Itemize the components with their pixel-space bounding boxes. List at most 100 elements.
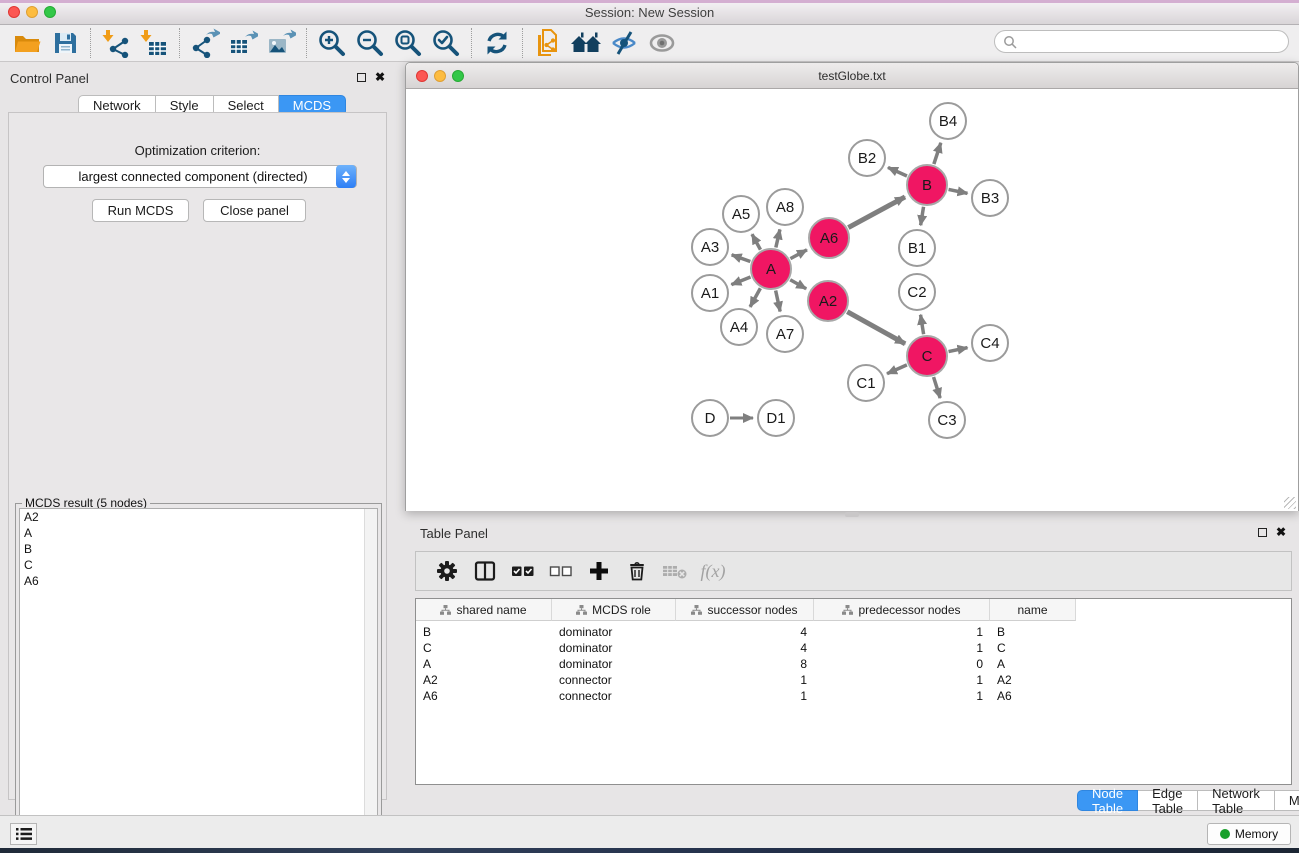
result-list-item[interactable]: B bbox=[20, 541, 377, 557]
graph-node-B3[interactable]: B3 bbox=[971, 179, 1009, 217]
graph-edge[interactable] bbox=[888, 167, 907, 176]
graph-node-C1[interactable]: C1 bbox=[847, 364, 885, 402]
graph-node-C4[interactable]: C4 bbox=[971, 324, 1009, 362]
graph-node-A2[interactable]: A2 bbox=[807, 280, 849, 322]
select-all-icon[interactable] bbox=[508, 557, 538, 585]
export-network-icon[interactable] bbox=[188, 27, 222, 59]
import-table-icon[interactable] bbox=[137, 27, 171, 59]
task-history-button[interactable] bbox=[10, 823, 37, 845]
refresh-icon[interactable] bbox=[480, 27, 514, 59]
mcds-result-list[interactable]: A2ABCA6 bbox=[19, 508, 378, 837]
delete-column-icon[interactable] bbox=[622, 557, 652, 585]
graph-node-B4[interactable]: B4 bbox=[929, 102, 967, 140]
zoom-fit-icon[interactable] bbox=[391, 27, 425, 59]
graph-node-B2[interactable]: B2 bbox=[848, 139, 886, 177]
show-graphics-details-icon[interactable] bbox=[645, 27, 679, 59]
table-row[interactable]: A2connector11A2 bbox=[416, 672, 1291, 688]
result-list-item[interactable]: C bbox=[20, 557, 377, 573]
table-row[interactable]: Bdominator41B bbox=[416, 624, 1291, 640]
tab-network-table[interactable]: Network Table bbox=[1198, 790, 1275, 811]
search-field[interactable] bbox=[994, 30, 1289, 53]
graph-node-A[interactable]: A bbox=[750, 248, 792, 290]
network-window-titlebar[interactable]: testGlobe.txt bbox=[406, 63, 1298, 89]
tab-motifs[interactable]: Motifs bbox=[1275, 790, 1299, 811]
graph-node-D1[interactable]: D1 bbox=[757, 399, 795, 437]
graph-edge[interactable] bbox=[934, 143, 941, 164]
graph-edge[interactable] bbox=[921, 207, 924, 226]
result-list-item[interactable]: A bbox=[20, 525, 377, 541]
graph-node-B[interactable]: B bbox=[906, 164, 948, 206]
tab-edge-table[interactable]: Edge Table bbox=[1138, 790, 1198, 811]
table-row[interactable]: Cdominator41C bbox=[416, 640, 1291, 656]
float-table-panel-icon[interactable] bbox=[1258, 528, 1267, 537]
graph-edge[interactable] bbox=[776, 291, 781, 312]
zoom-in-icon[interactable] bbox=[315, 27, 349, 59]
graph-edge[interactable] bbox=[848, 197, 905, 228]
graph-edge[interactable] bbox=[790, 280, 806, 289]
function-builder-icon[interactable]: f(x) bbox=[698, 557, 728, 585]
add-column-icon[interactable] bbox=[584, 557, 614, 585]
graph-node-A1[interactable]: A1 bbox=[691, 274, 729, 312]
column-header[interactable]: shared name bbox=[416, 599, 552, 621]
export-image-icon[interactable] bbox=[264, 27, 298, 59]
graph-edge[interactable] bbox=[887, 365, 907, 374]
graph-edge[interactable] bbox=[732, 255, 751, 262]
graph-node-A7[interactable]: A7 bbox=[766, 315, 804, 353]
first-neighbors-icon[interactable] bbox=[569, 27, 603, 59]
graph-node-C2[interactable]: C2 bbox=[898, 273, 936, 311]
result-scrollbar[interactable] bbox=[364, 509, 377, 836]
delete-table-icon[interactable] bbox=[660, 557, 690, 585]
memory-button[interactable]: Memory bbox=[1207, 823, 1291, 845]
zoom-out-icon[interactable] bbox=[353, 27, 387, 59]
node-table[interactable]: shared name MCDS role successor nodes pr… bbox=[415, 598, 1292, 785]
graph-node-B1[interactable]: B1 bbox=[898, 229, 936, 267]
graph-edge[interactable] bbox=[921, 315, 924, 335]
panel-splitter-handle[interactable] bbox=[845, 512, 859, 517]
window-resize-grip[interactable] bbox=[1284, 497, 1296, 509]
graph-edge[interactable] bbox=[934, 377, 941, 398]
float-panel-icon[interactable] bbox=[357, 73, 366, 82]
graph-node-A4[interactable]: A4 bbox=[720, 308, 758, 346]
open-session-icon[interactable] bbox=[10, 27, 44, 59]
close-table-panel-icon[interactable]: ✖ bbox=[1276, 525, 1286, 539]
graph-edge[interactable] bbox=[847, 312, 905, 344]
graph-edge[interactable] bbox=[949, 348, 968, 352]
graph-node-A8[interactable]: A8 bbox=[766, 188, 804, 226]
graph-edge[interactable] bbox=[776, 229, 780, 247]
graph-node-A3[interactable]: A3 bbox=[691, 228, 729, 266]
column-header[interactable]: MCDS role bbox=[552, 599, 676, 621]
close-panel-icon[interactable]: ✖ bbox=[375, 70, 385, 84]
new-network-from-selection-icon[interactable] bbox=[531, 27, 565, 59]
column-header[interactable]: predecessor nodes bbox=[814, 599, 990, 621]
hide-graphics-details-icon[interactable] bbox=[607, 27, 641, 59]
table-row[interactable]: A6connector11A6 bbox=[416, 688, 1291, 704]
run-mcds-button[interactable]: Run MCDS bbox=[92, 199, 189, 222]
table-settings-icon[interactable] bbox=[432, 557, 462, 585]
result-list-item[interactable]: A2 bbox=[20, 509, 377, 525]
graph-node-D[interactable]: D bbox=[691, 399, 729, 437]
graph-node-A5[interactable]: A5 bbox=[722, 195, 760, 233]
tab-node-table[interactable]: Node Table bbox=[1077, 790, 1138, 811]
graph-edge[interactable] bbox=[949, 189, 968, 193]
save-session-icon[interactable] bbox=[48, 27, 82, 59]
graph-node-C3[interactable]: C3 bbox=[928, 401, 966, 439]
column-header[interactable]: name bbox=[990, 599, 1076, 621]
network-canvas[interactable]: A A1 A2 A3 A4 A5 A6 A7 A8 B B1 B2 B3 B4 C C1 C2 C3 C4 D D1 bbox=[406, 89, 1298, 511]
table-row[interactable]: Adominator80A bbox=[416, 656, 1291, 672]
column-header[interactable]: successor nodes bbox=[676, 599, 814, 621]
deselect-all-icon[interactable] bbox=[546, 557, 576, 585]
graph-edge[interactable] bbox=[731, 277, 750, 285]
graph-edge[interactable] bbox=[750, 288, 760, 307]
search-input[interactable] bbox=[1021, 35, 1271, 49]
graph-node-A6[interactable]: A6 bbox=[808, 217, 850, 259]
import-network-icon[interactable] bbox=[99, 27, 133, 59]
result-list-item[interactable]: A6 bbox=[20, 573, 377, 589]
zoom-selected-icon[interactable] bbox=[429, 27, 463, 59]
export-table-icon[interactable] bbox=[226, 27, 260, 59]
graph-node-C[interactable]: C bbox=[906, 335, 948, 377]
show-columns-icon[interactable] bbox=[470, 557, 500, 585]
optimization-criterion-select[interactable]: largest connected component (directed) bbox=[43, 165, 357, 188]
graph-edge[interactable] bbox=[790, 250, 807, 259]
close-panel-button[interactable]: Close panel bbox=[203, 199, 306, 222]
graph-edge[interactable] bbox=[752, 234, 760, 249]
